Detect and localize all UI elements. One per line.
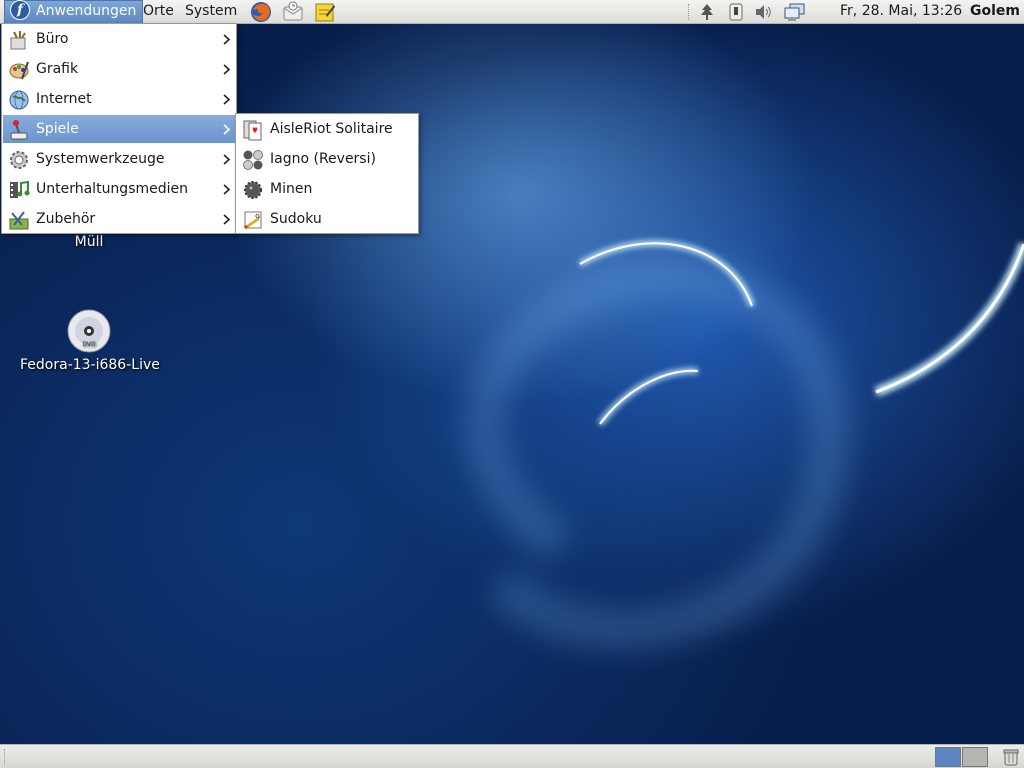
menu-item-unterhaltungsmedien[interactable]: Unterhaltungsmedien (3, 175, 235, 203)
system-menu-label: System (185, 3, 238, 19)
multimedia-icon (10, 180, 30, 198)
menu-item-label: Büro (36, 31, 69, 47)
clock[interactable]: Fr, 28. Mai, 13:26 (840, 0, 962, 23)
graphics-icon (9, 61, 29, 80)
desktop-icon-dvd[interactable]: DVD Fedora-13-i686-Live (20, 309, 160, 373)
accessories-icon (9, 211, 29, 230)
menu-item-label: Zubehör (36, 211, 96, 227)
menu-item-buero[interactable]: Büro (3, 25, 235, 53)
places-menu-button[interactable]: Orte (137, 0, 180, 24)
chevron-right-icon (223, 64, 231, 75)
games-submenu: AisleRiot Solitaire Iagno (Reversi) Mine… (235, 113, 419, 234)
network-tree-icon[interactable] (698, 3, 716, 21)
menu-item-label: Systemwerkzeuge (36, 151, 165, 167)
chevron-right-icon (223, 34, 231, 45)
evolution-mail-icon[interactable] (282, 1, 304, 23)
menu-item-internet[interactable]: Internet (3, 85, 235, 113)
panel-handle (4, 749, 7, 765)
workspace-2[interactable] (962, 747, 988, 767)
menu-item-label: Internet (36, 91, 92, 107)
chevron-right-icon (223, 124, 231, 135)
menu-item-zubehoer[interactable]: Zubehör (3, 205, 235, 233)
menu-item-label: Unterhaltungsmedien (36, 181, 189, 197)
system-tools-gear-icon (10, 151, 28, 169)
chevron-right-icon (223, 214, 231, 225)
menu-item-systemwerkzeuge[interactable]: Systemwerkzeuge (3, 145, 235, 173)
games-joystick-icon (10, 120, 28, 140)
applications-menu-button[interactable]: f Anwendungen (4, 0, 144, 24)
system-menu-button[interactable]: System (179, 0, 243, 24)
notes-icon[interactable] (314, 1, 336, 23)
bottom-panel (0, 744, 1024, 768)
office-icon (10, 31, 26, 50)
user-name[interactable]: Golem (970, 0, 1020, 23)
menu-item-label: Sudoku (270, 211, 322, 227)
chevron-right-icon (223, 94, 231, 105)
workspace-1[interactable] (935, 747, 961, 767)
network-manager-icon[interactable] (784, 3, 806, 21)
menu-item-label: AisleRiot Solitaire (270, 121, 393, 137)
internet-globe-icon (9, 90, 29, 110)
menu-item-label: Minen (270, 181, 313, 197)
menu-item-label: Spiele (36, 121, 79, 137)
dvd-disc-icon: DVD (67, 309, 111, 353)
desktop-icon-label: Fedora-13-i686-Live (20, 357, 160, 373)
menu-item-minen[interactable]: Minen (237, 175, 417, 203)
svg-text:DVD: DVD (82, 341, 96, 348)
menu-item-label: Iagno (Reversi) (270, 151, 376, 167)
desktop-icon-label: Müll (74, 234, 104, 250)
trash-icon[interactable] (1001, 747, 1021, 767)
sudoku-icon: 9 (243, 211, 262, 230)
menu-item-spiele[interactable]: Spiele (3, 115, 235, 143)
menu-item-sudoku[interactable]: 9 Sudoku (237, 205, 417, 233)
volume-icon[interactable] (754, 3, 772, 21)
places-menu-label: Orte (143, 3, 174, 19)
solitaire-cards-icon (243, 120, 262, 141)
reversi-icon (243, 150, 263, 170)
fedora-logo-icon: f (10, 0, 30, 20)
mines-icon (244, 181, 262, 199)
chevron-right-icon (223, 154, 231, 165)
applications-menu-label: Anwendungen (36, 3, 137, 19)
chevron-right-icon (223, 184, 231, 195)
applications-menu: Büro Grafik Internet Spiele Systemwerkze… (1, 23, 237, 234)
menu-item-label: Grafik (36, 61, 79, 77)
menu-item-grafik[interactable]: Grafik (3, 55, 235, 83)
firefox-icon[interactable] (250, 1, 272, 23)
power-icon[interactable] (727, 3, 745, 21)
menu-item-iagno[interactable]: Iagno (Reversi) (237, 145, 417, 173)
top-panel: f Anwendungen Orte System Fr, 28. Mai, 1… (0, 0, 1024, 24)
panel-separator (688, 4, 691, 20)
menu-item-aisleriot[interactable]: AisleRiot Solitaire (237, 115, 417, 143)
